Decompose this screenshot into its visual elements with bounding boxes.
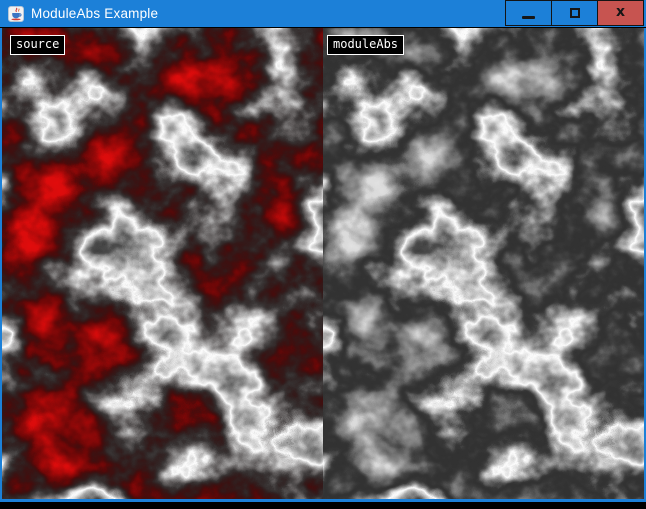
moduleabs-image-label: moduleAbs: [327, 35, 404, 55]
screenshot-stage: ModuleAbs Example x: [0, 0, 646, 509]
window-title: ModuleAbs Example: [31, 6, 158, 21]
close-button[interactable]: x: [597, 0, 644, 26]
window-controls: x: [506, 0, 644, 26]
noise-render-canvas: [2, 28, 644, 499]
maximize-button[interactable]: [551, 0, 598, 26]
app-window: ModuleAbs Example x: [0, 0, 646, 502]
minimize-button[interactable]: [505, 0, 552, 26]
close-icon: x: [616, 5, 625, 19]
background-strip: [0, 502, 646, 509]
maximize-icon: [570, 8, 580, 18]
minimize-icon: [522, 16, 535, 19]
source-image: [2, 28, 323, 499]
moduleabs-image: [323, 28, 644, 499]
window-content: source moduleAbs: [2, 28, 644, 499]
source-image-label: source: [10, 35, 65, 55]
title-bar[interactable]: ModuleAbs Example x: [0, 0, 646, 28]
java-icon: [8, 6, 24, 22]
